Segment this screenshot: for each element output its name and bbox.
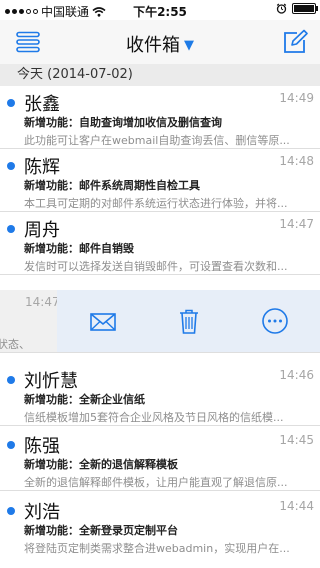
page-title: 收件箱 xyxy=(126,35,180,56)
unread-indicator xyxy=(7,507,15,515)
unread-indicator xyxy=(7,441,15,449)
email-subject: 新增功能：全新企业信纸 xyxy=(24,393,145,406)
email-sender: 陈辉 xyxy=(24,157,60,178)
unread-indicator xyxy=(7,99,15,107)
battery-icon xyxy=(292,3,318,14)
email-subject: 新增功能：邮件自销毁 xyxy=(24,242,134,255)
email-time: 14:48 xyxy=(279,154,314,168)
email-preview: 信状态、 xyxy=(0,338,30,351)
email-sender: 周舟 xyxy=(24,220,60,241)
email-subject: 新增功能：全新登录页定制平台 xyxy=(24,524,178,537)
unread-indicator xyxy=(7,376,15,384)
email-time: 14:47 xyxy=(279,217,314,231)
status-right xyxy=(276,3,318,14)
unread-indicator xyxy=(7,162,15,170)
email-row-swiped[interactable]: 14:47 信状态、 xyxy=(0,290,320,353)
compose-icon[interactable] xyxy=(282,29,308,55)
email-row[interactable]: 陈辉 14:48 新增功能：邮件系统周期性自检工具 本工具可定期的对邮件系统运行… xyxy=(0,149,320,212)
email-preview: 本工具可定期的对邮件系统运行状态进行体验，并将... xyxy=(24,197,288,210)
email-row[interactable]: 刘浩 14:44 新增功能：全新登录页定制平台 将登陆页定制类需求整合进weba… xyxy=(0,494,320,568)
email-preview: 将登陆页定制类需求整合进webadmin，实现用户在... xyxy=(24,542,290,555)
trash-icon[interactable] xyxy=(175,307,203,335)
email-row[interactable]: 张鑫 14:49 新增功能：自助查询增加收信及删信查询 此功能可让客户在webm… xyxy=(0,86,320,149)
email-preview: 全新的退信解释邮件模板，让用户能直观了解退信原... xyxy=(24,476,288,489)
email-preview: 信纸模板增加5套符合企业风格及节日风格的信纸模... xyxy=(24,411,284,424)
dropdown-caret-icon: ▼ xyxy=(184,38,194,53)
email-time: 14:49 xyxy=(279,91,314,105)
email-time: 14:44 xyxy=(279,499,314,513)
mark-envelope-icon[interactable] xyxy=(89,307,117,335)
status-time: 下午2:55 xyxy=(133,5,187,19)
email-sender: 张鑫 xyxy=(24,94,60,115)
email-subject: 新增功能：邮件系统周期性自检工具 xyxy=(24,179,200,192)
email-row[interactable]: 陈强 14:45 新增功能：全新的退信解释模板 全新的退信解释邮件模板，让用户能… xyxy=(0,428,320,491)
email-sender: 刘浩 xyxy=(24,502,60,523)
email-time: 14:45 xyxy=(279,433,314,447)
email-subject: 新增功能：全新的退信解释模板 xyxy=(24,458,178,471)
alarm-clock-icon xyxy=(276,3,287,14)
email-sender: 陈强 xyxy=(24,436,60,457)
email-time: 14:46 xyxy=(279,368,314,382)
date-section-header: 今天 (2014-07-02) xyxy=(0,64,320,86)
swipe-actions xyxy=(57,290,320,352)
inbox-title-dropdown[interactable]: 收件箱 ▼ xyxy=(0,31,320,57)
more-icon[interactable] xyxy=(261,307,289,335)
email-sender: 刘忻慧 xyxy=(24,371,78,392)
email-time: 14:47 xyxy=(25,295,60,309)
email-subject: 新增功能：自助查询增加收信及删信查询 xyxy=(24,116,222,129)
unread-indicator xyxy=(7,225,15,233)
email-preview: 发信时可以选择发送自销毁邮件，可设置查看次数和... xyxy=(24,260,288,273)
status-bar: 中国联通 下午2:55 xyxy=(0,0,320,20)
email-row[interactable]: 周舟 14:47 新增功能：邮件自销毁 发信时可以选择发送自销毁邮件，可设置查看… xyxy=(0,212,320,275)
email-preview: 此功能可让客户在webmail自助查询丢信、删信等原... xyxy=(24,134,290,147)
nav-bar: 收件箱 ▼ xyxy=(0,20,320,65)
email-row[interactable]: 刘忻慧 14:46 新增功能：全新企业信纸 信纸模板增加5套符合企业风格及节日风… xyxy=(0,363,320,426)
